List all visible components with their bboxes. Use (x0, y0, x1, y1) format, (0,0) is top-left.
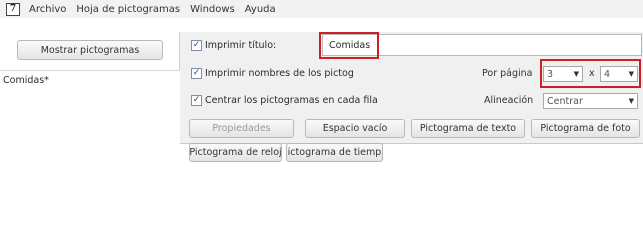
print-names-checkbox[interactable]: ✓ (191, 68, 202, 79)
center-checkbox[interactable]: ✓ (191, 95, 202, 106)
photo-pictogram-button[interactable]: Pictograma de foto (531, 119, 640, 138)
center-label: Centrar los pictogramas en cada fila (205, 95, 378, 106)
print-names-option[interactable]: ✓ Imprimir nombres de los pictog (191, 68, 354, 79)
clock-pictogram-button[interactable]: Pictograma de reloj (189, 143, 282, 162)
properties-button[interactable]: Propiedades (189, 119, 294, 138)
columns-select[interactable]: 4 ▼ (600, 66, 638, 82)
alignment-label: Alineación (484, 95, 534, 106)
alignment-select-value: Centrar (547, 95, 583, 107)
menu-archivo[interactable]: Archivo (24, 4, 71, 15)
rows-select-value: 3 (547, 68, 554, 80)
show-pictograms-button[interactable]: Mostrar pictogramas (17, 40, 163, 60)
title-input[interactable]: Comidas (322, 34, 642, 56)
title-input-value: Comidas (329, 39, 371, 51)
print-title-checkbox[interactable]: ✓ (191, 40, 202, 51)
menu-windows[interactable]: Windows (185, 4, 240, 15)
per-page-label: Por página (482, 68, 533, 79)
chevron-down-icon: ▼ (628, 97, 634, 105)
chevron-down-icon: ▼ (573, 70, 579, 78)
chevron-down-icon: ▼ (628, 70, 634, 78)
sheet-list[interactable]: Comidas* (0, 70, 180, 241)
columns-select-value: 4 (604, 68, 611, 80)
center-option[interactable]: ✓ Centrar los pictogramas en cada fila (191, 95, 378, 106)
menu-hoja-de-pictogramas[interactable]: Hoja de pictogramas (71, 4, 185, 15)
print-title-label: Imprimir título: (205, 40, 277, 51)
menu-bar: 7 Archivo Hoja de pictogramas Windows Ay… (0, 0, 643, 18)
text-pictogram-button[interactable]: Pictograma de texto (411, 119, 525, 138)
empty-space-button[interactable]: Espacio vacío (305, 119, 405, 138)
rows-select[interactable]: 3 ▼ (543, 66, 583, 82)
pictogram-sheet-canvas[interactable] (180, 176, 643, 241)
time-pictogram-button[interactable]: ictograma de tiemp (286, 143, 383, 162)
menu-ayuda[interactable]: Ayuda (240, 4, 281, 15)
alignment-select[interactable]: Centrar ▼ (543, 93, 638, 109)
list-item[interactable]: Comidas* (3, 75, 49, 86)
times-symbol: x (589, 68, 595, 79)
print-title-option[interactable]: ✓ Imprimir título: (191, 40, 276, 51)
app-logo-icon: 7 (6, 2, 20, 16)
left-panel: Mostrar pictogramas Comidas* (0, 32, 180, 241)
print-names-label: Imprimir nombres de los pictog (205, 68, 354, 79)
